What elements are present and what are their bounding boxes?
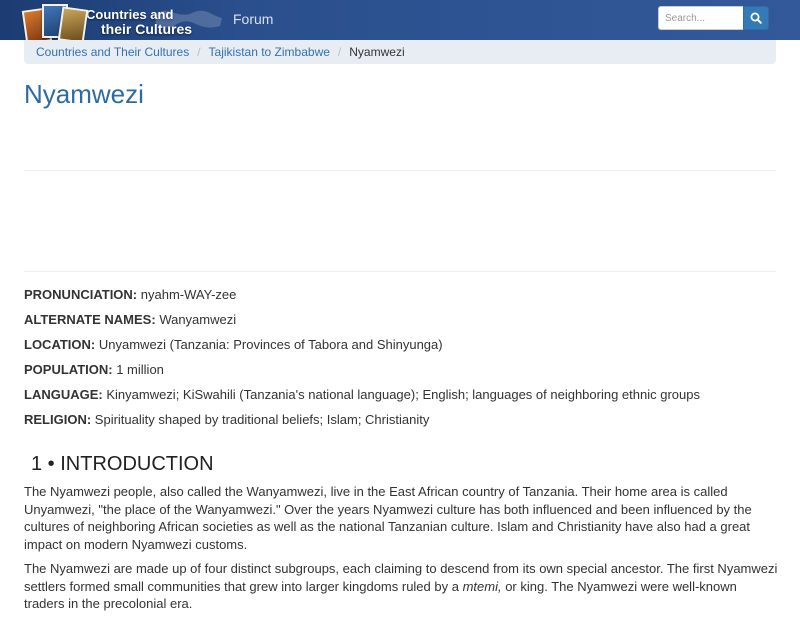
- fact-population: POPULATION: 1 million: [24, 362, 776, 387]
- fact-religion: RELIGION: Spirituality shaped by traditi…: [24, 412, 776, 437]
- fact-value: nyahm-WAY-zee: [140, 287, 237, 302]
- fact-label: LANGUAGE:: [24, 387, 103, 402]
- search-button[interactable]: [743, 6, 769, 30]
- divider: [24, 170, 776, 171]
- fact-language: LANGUAGE: Kinyamwezi; KiSwahili (Tanzani…: [24, 387, 776, 412]
- fact-label: PRONUNCIATION:: [24, 287, 138, 302]
- emphasis-term: mtemi,: [462, 578, 502, 594]
- page-title: Nyamwezi: [24, 79, 144, 109]
- search-input[interactable]: [658, 6, 743, 30]
- logo-image: [21, 3, 89, 45]
- fact-value: Unyamwezi (Tanzania: Provinces of Tabora…: [98, 337, 443, 352]
- fact-value: Wanyamwezi: [159, 312, 237, 327]
- paragraph: The Nyamwezi people, also called the Wan…: [24, 484, 752, 552]
- breadcrumb: Countries and Their Cultures / Tajikista…: [24, 40, 776, 64]
- fact-alternate-names: ALTERNATE NAMES: Wanyamwezi: [24, 312, 776, 337]
- paragraph: The Nyamwezi are made up of four distinc…: [24, 560, 778, 613]
- divider: [24, 271, 776, 272]
- fact-value: Kinyamwezi; KiSwahili (Tanzania's nation…: [106, 387, 700, 402]
- top-navbar: Countries and their Cultures Forum: [0, 0, 800, 45]
- fact-value: Spirituality shaped by traditional belie…: [94, 412, 430, 427]
- fact-label: LOCATION:: [24, 337, 96, 352]
- world-map-decoration: [155, 10, 222, 28]
- search-icon: [750, 12, 762, 24]
- breadcrumb-link-countries[interactable]: Countries and Their Cultures: [36, 40, 189, 64]
- search-form: [658, 6, 769, 30]
- section-heading-introduction: 1 • INTRODUCTION: [31, 453, 214, 475]
- breadcrumb-separator: /: [197, 45, 201, 59]
- fact-pronunciation: PRONUNCIATION: nyahm-WAY-zee: [24, 287, 776, 312]
- nav-link-forum[interactable]: Forum: [233, 11, 273, 27]
- breadcrumb-link-tajikistan-to-zimbabwe[interactable]: Tajikistan to Zimbabwe: [209, 40, 330, 64]
- fact-label: POPULATION:: [24, 362, 113, 377]
- fact-label: RELIGION:: [24, 412, 92, 427]
- fact-value: 1 million: [116, 362, 164, 377]
- fact-label: ALTERNATE NAMES:: [24, 312, 156, 327]
- facts-list: PRONUNCIATION: nyahm-WAY-zee ALTERNATE N…: [24, 287, 776, 437]
- article-body: The Nyamwezi people, also called the Wan…: [24, 483, 778, 620]
- fact-location: LOCATION: Unyamwezi (Tanzania: Provinces…: [24, 337, 776, 362]
- breadcrumb-separator: /: [337, 45, 342, 59]
- breadcrumb-current: Nyamwezi: [349, 45, 405, 59]
